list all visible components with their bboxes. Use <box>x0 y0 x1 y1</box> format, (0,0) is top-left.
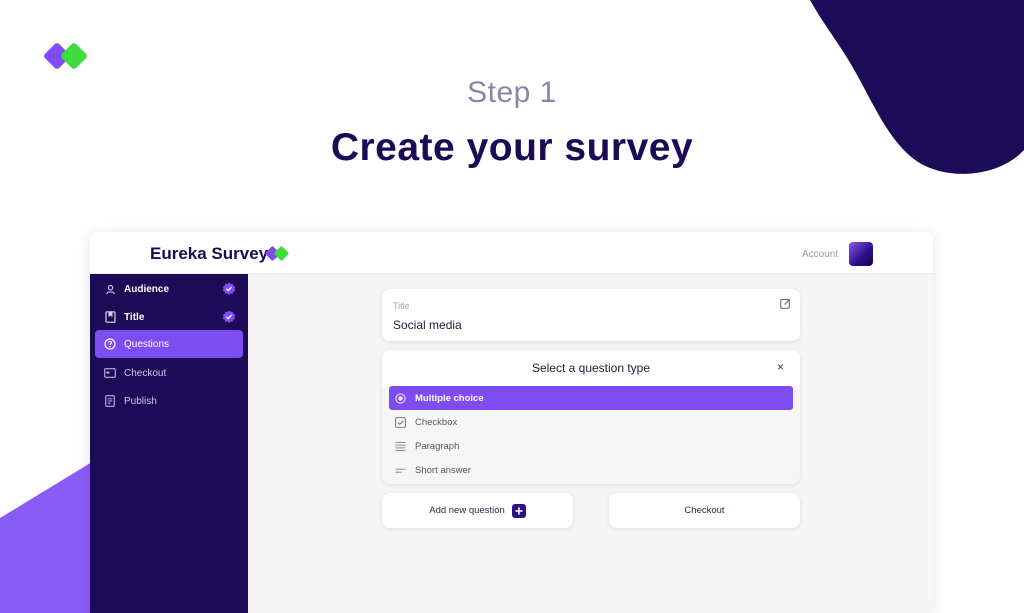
sidebar-item-label: Audience <box>124 283 170 295</box>
brand-logo-icon <box>265 246 289 261</box>
sidebar: Audience Title Questions Checkout Publis… <box>90 274 248 613</box>
checkout-button[interactable]: Checkout <box>609 493 800 528</box>
main-content: Title Social media Select a question typ… <box>248 274 933 613</box>
step-label: Step 1 <box>467 76 557 109</box>
bookmark-icon <box>104 311 116 323</box>
short-answer-icon <box>395 465 406 476</box>
question-icon <box>104 338 116 350</box>
sidebar-item-questions[interactable]: Questions <box>95 330 243 358</box>
sidebar-item-publish[interactable]: Publish <box>95 387 243 415</box>
title-card[interactable]: Title Social media <box>382 289 800 341</box>
edit-icon[interactable] <box>780 298 791 309</box>
app-topbar: Eureka Surveys Account <box>90 232 933 274</box>
check-badge-icon <box>222 310 236 323</box>
sidebar-item-audience[interactable]: Audience <box>95 275 243 303</box>
bottom-left-purple-shape <box>0 462 92 613</box>
sidebar-item-checkout[interactable]: Checkout <box>95 359 243 387</box>
question-type-label: Multiple choice <box>415 392 484 404</box>
avatar[interactable] <box>849 242 873 266</box>
checkout-label: Checkout <box>684 505 725 516</box>
checkbox-icon <box>395 416 406 428</box>
question-type-multiple-choice[interactable]: Multiple choice <box>389 386 793 410</box>
page-title: Create your survey <box>330 126 694 169</box>
question-type-heading: Select a question type <box>382 350 800 386</box>
app-window: Eureka Surveys Account Audience Title Qu… <box>90 232 933 613</box>
radio-icon <box>395 392 406 404</box>
user-icon <box>104 283 116 295</box>
logo-icon <box>44 43 87 69</box>
title-field-value[interactable]: Social media <box>393 318 462 332</box>
question-type-panel: Select a question type × Multiple choice… <box>382 350 800 484</box>
question-type-paragraph[interactable]: Paragraph <box>389 434 793 458</box>
close-icon[interactable]: × <box>777 360 784 374</box>
sidebar-item-label: Publish <box>124 395 157 407</box>
question-type-label: Checkbox <box>415 416 458 428</box>
document-icon <box>104 395 116 407</box>
brand-name: Eureka Surveys <box>150 244 278 263</box>
title-field-label: Title <box>393 301 410 311</box>
question-type-label: Paragraph <box>415 440 460 452</box>
sidebar-item-label: Questions <box>124 338 170 350</box>
question-type-short-answer[interactable]: Short answer <box>389 458 793 482</box>
question-type-label: Short answer <box>415 464 471 476</box>
sidebar-item-title[interactable]: Title <box>95 303 243 331</box>
add-question-button[interactable]: Add new question <box>382 493 573 528</box>
account-link[interactable]: Account <box>802 249 838 260</box>
sidebar-item-label: Checkout <box>124 367 167 379</box>
question-type-list: Multiple choice Checkbox Paragraph Short… <box>382 386 800 484</box>
paragraph-icon <box>395 441 406 452</box>
card-icon <box>104 367 116 379</box>
check-badge-icon <box>222 282 236 295</box>
sidebar-item-label: Title <box>124 311 145 323</box>
question-type-checkbox[interactable]: Checkbox <box>389 410 793 434</box>
add-question-label: Add new question <box>429 505 505 516</box>
plus-icon <box>511 503 526 518</box>
